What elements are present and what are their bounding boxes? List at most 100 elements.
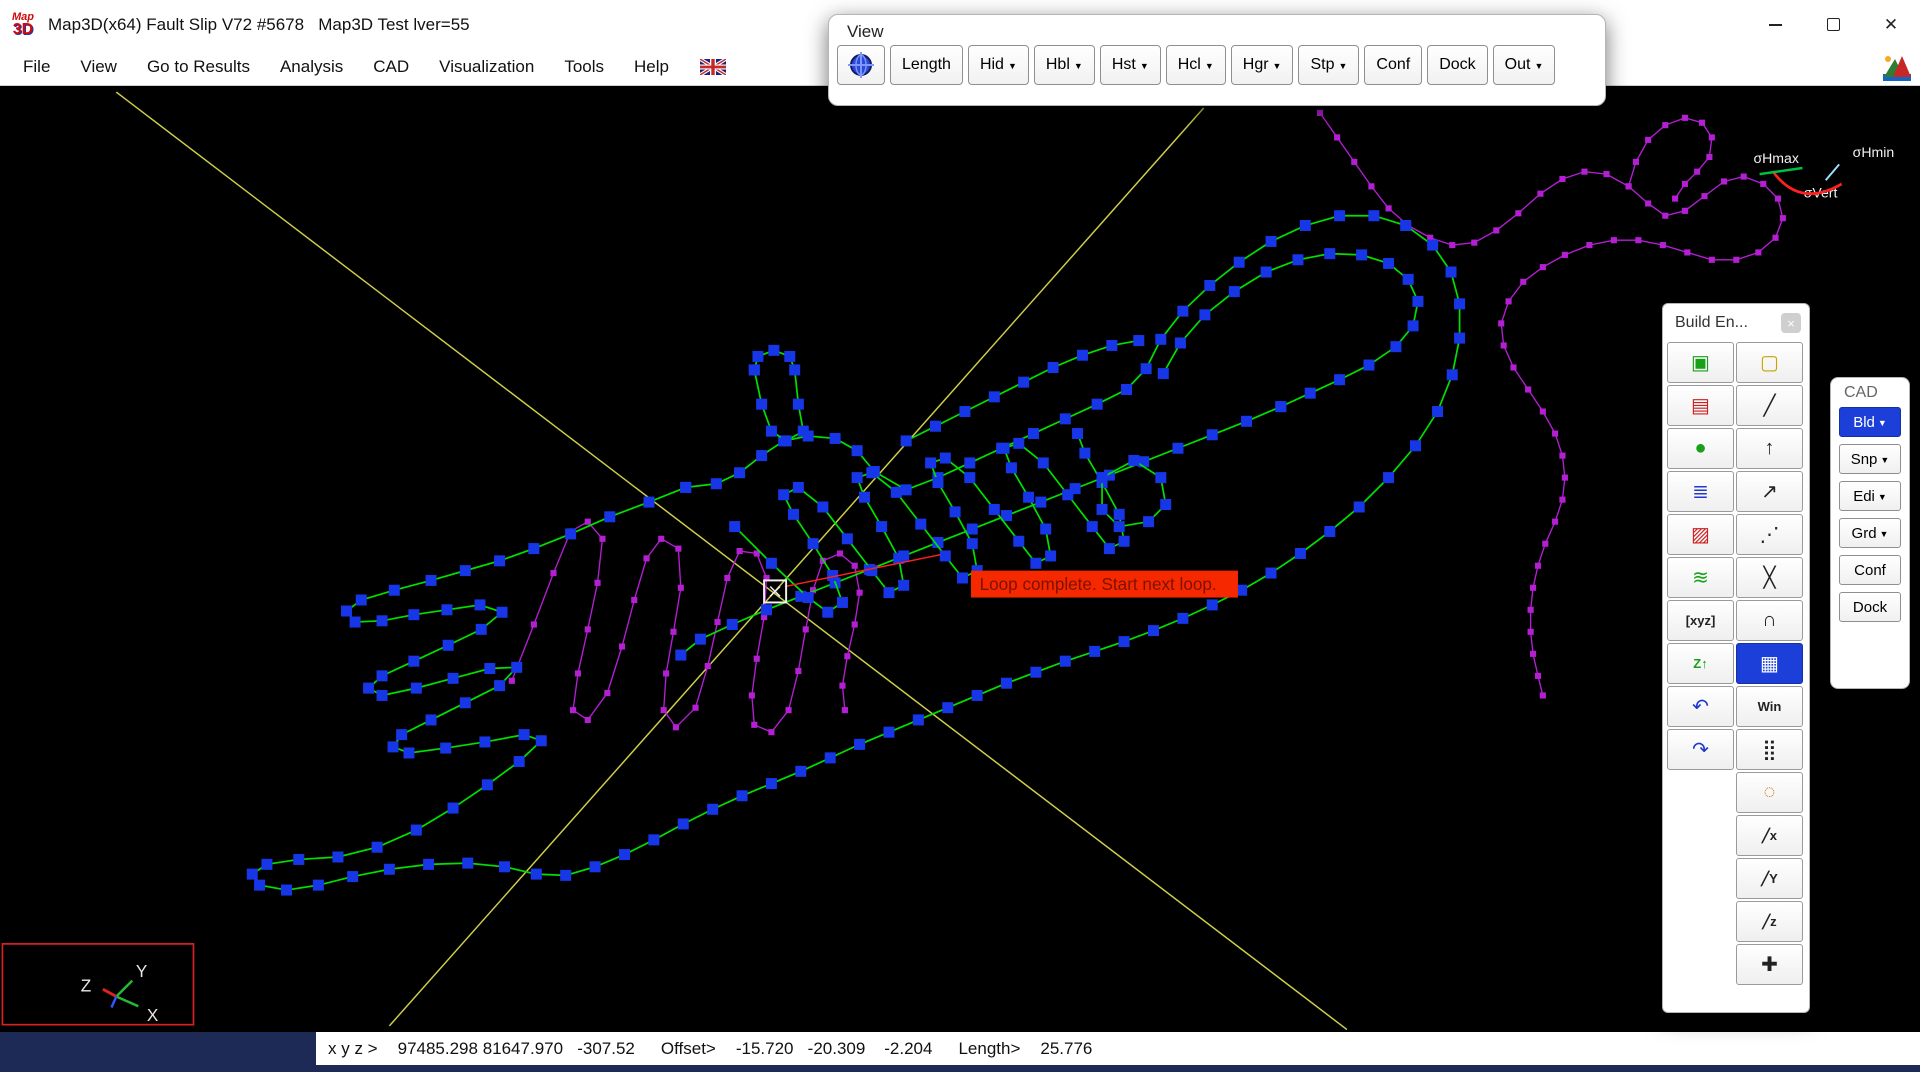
redo-icon-button[interactable]: ↷ xyxy=(1667,729,1734,770)
menu-view[interactable]: View xyxy=(65,49,132,85)
vertex-marker[interactable] xyxy=(956,572,968,584)
viewport[interactable]: Loop complete. Start next loop. σHmax σH… xyxy=(0,86,1920,1032)
vertex-marker[interactable] xyxy=(475,623,487,635)
vertex-marker-small[interactable] xyxy=(631,596,638,604)
vertex-marker[interactable] xyxy=(930,420,942,432)
vertex-marker-small[interactable] xyxy=(599,535,606,542)
vertex-marker[interactable] xyxy=(518,729,530,741)
vertex-marker-small[interactable] xyxy=(841,707,848,714)
vertex-marker[interactable] xyxy=(1155,333,1167,345)
vertex-marker[interactable] xyxy=(726,618,738,630)
vertex-marker[interactable] xyxy=(1265,235,1277,247)
axis-x-icon-button[interactable]: ╱x xyxy=(1736,815,1803,856)
vertex-marker[interactable] xyxy=(1304,387,1316,399)
vertex-marker-small[interactable] xyxy=(1334,134,1341,141)
vertex-marker-small[interactable] xyxy=(663,670,670,677)
vertex-marker[interactable] xyxy=(281,884,293,896)
vertex-marker[interactable] xyxy=(1363,359,1375,371)
vertex-marker-small[interactable] xyxy=(1681,180,1688,187)
vertex-marker[interactable] xyxy=(479,736,491,748)
build-solid-icon-button[interactable]: ▣ xyxy=(1667,342,1734,383)
vertex-marker-small[interactable] xyxy=(508,677,515,684)
vertex-marker[interactable] xyxy=(694,633,706,645)
vertex-marker-small[interactable] xyxy=(584,716,591,723)
uk-flag-icon[interactable] xyxy=(699,59,726,75)
vertex-marker[interactable] xyxy=(459,565,471,577)
vertex-marker-small[interactable] xyxy=(550,570,557,577)
vertex-marker[interactable] xyxy=(618,849,630,861)
vertex-marker-small[interactable] xyxy=(704,663,711,670)
vertex-marker[interactable] xyxy=(890,486,902,498)
vertex-marker-small[interactable] xyxy=(1659,242,1666,249)
vertex-marker[interactable] xyxy=(376,670,388,682)
intersect-lines-icon-button[interactable]: ╳ xyxy=(1736,557,1803,598)
vertex-marker[interactable] xyxy=(851,445,863,457)
cad-btn-snp[interactable]: Snp ▼ xyxy=(1839,444,1901,474)
vertex-marker[interactable] xyxy=(876,521,888,533)
cad-btn-bld[interactable]: Bld ▼ xyxy=(1839,407,1901,437)
menu-visualization[interactable]: Visualization xyxy=(424,49,549,85)
vertex-marker[interactable] xyxy=(966,523,978,535)
vertex-marker[interactable] xyxy=(1206,599,1218,611)
cad-btn-conf[interactable]: Conf xyxy=(1839,555,1901,585)
vertex-marker[interactable] xyxy=(1062,489,1074,501)
view-btn-dock[interactable]: Dock xyxy=(1427,45,1488,85)
vertex-marker[interactable] xyxy=(752,350,764,362)
vertex-marker-small[interactable] xyxy=(1708,134,1715,141)
vertex-marker[interactable] xyxy=(1118,535,1130,547)
vertex-marker[interactable] xyxy=(332,851,344,863)
vertex-marker-small[interactable] xyxy=(1684,249,1691,256)
vertex-marker-small[interactable] xyxy=(1530,584,1537,591)
vertex-marker-small[interactable] xyxy=(1774,195,1782,202)
vertex-marker[interactable] xyxy=(795,765,807,777)
vertex-marker-small[interactable] xyxy=(1500,342,1507,349)
vertex-marker-small[interactable] xyxy=(1681,114,1688,121)
vertex-marker-small[interactable] xyxy=(1552,430,1559,437)
vertex-marker-small[interactable] xyxy=(1559,452,1566,459)
vertex-marker[interactable] xyxy=(1427,239,1439,251)
vertex-marker[interactable] xyxy=(494,680,506,692)
vertex-marker[interactable] xyxy=(780,435,792,447)
vertex-marker-small[interactable] xyxy=(1625,183,1632,190)
vertex-marker[interactable] xyxy=(817,501,829,513)
vertex-marker[interactable] xyxy=(829,432,841,444)
vertex-marker-small[interactable] xyxy=(851,621,858,628)
vertex-marker[interactable] xyxy=(293,853,305,865)
vertex-marker[interactable] xyxy=(1045,550,1057,562)
vertex-marker[interactable] xyxy=(971,689,983,701)
vertex-marker[interactable] xyxy=(912,714,924,726)
vertex-marker[interactable] xyxy=(964,472,976,484)
vertex-marker[interactable] xyxy=(792,398,804,410)
vertex-marker[interactable] xyxy=(408,655,420,667)
vertex-marker[interactable] xyxy=(648,834,660,846)
close-button[interactable]: ✕ xyxy=(1862,0,1920,49)
view-center-globe-button[interactable] xyxy=(837,45,885,85)
vertex-marker[interactable] xyxy=(1402,273,1414,285)
vertex-marker-small[interactable] xyxy=(1561,474,1568,481)
vertex-marker[interactable] xyxy=(1076,349,1088,361)
vertex-marker[interactable] xyxy=(748,364,760,376)
vertex-marker[interactable] xyxy=(797,425,809,437)
vertex-marker-small[interactable] xyxy=(584,518,591,525)
vertex-marker[interactable] xyxy=(1446,369,1458,381)
cad-btn-dock[interactable]: Dock xyxy=(1839,592,1901,622)
vertex-marker[interactable] xyxy=(560,869,572,881)
vertex-marker-small[interactable] xyxy=(1316,109,1324,116)
vertex-marker[interactable] xyxy=(784,350,796,362)
vertex-marker[interactable] xyxy=(1407,320,1419,332)
view-btn-stp[interactable]: Stp ▼ xyxy=(1298,45,1360,85)
vertex-marker[interactable] xyxy=(949,506,961,518)
vertex-marker[interactable] xyxy=(1299,220,1311,232)
vertex-marker[interactable] xyxy=(363,682,375,694)
vertex-marker[interactable] xyxy=(1160,499,1172,511)
vertex-marker[interactable] xyxy=(1334,374,1346,386)
contours-icon-button[interactable]: ≋ xyxy=(1667,557,1734,598)
vertex-marker-small[interactable] xyxy=(1779,215,1786,222)
vertex-marker[interactable] xyxy=(1155,472,1167,484)
vertex-marker[interactable] xyxy=(1260,266,1272,278)
vertex-marker-small[interactable] xyxy=(1539,264,1546,271)
vertex-marker[interactable] xyxy=(246,868,258,880)
vertex-marker[interactable] xyxy=(1324,525,1336,537)
vertex-marker-small[interactable] xyxy=(574,670,582,677)
vertex-marker-small[interactable] xyxy=(1694,168,1701,175)
